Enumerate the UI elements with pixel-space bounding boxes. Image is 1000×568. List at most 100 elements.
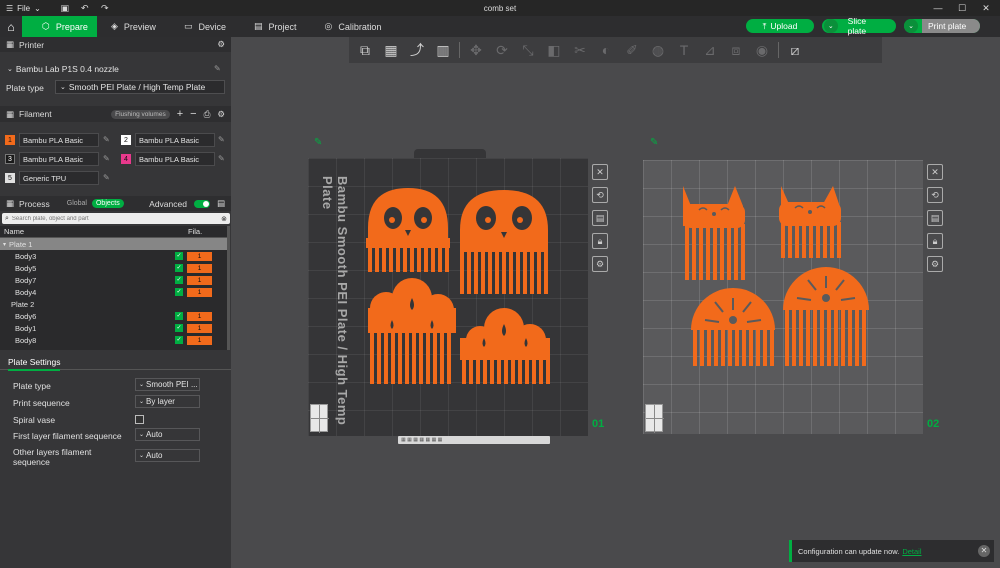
filament-slot[interactable]: 1 [187,275,212,285]
edit-icon[interactable]: ✎ [103,173,110,182]
filament-slot[interactable]: 1 [187,287,212,297]
save-icon[interactable]: ▣ [55,3,75,14]
filament-slot[interactable]: 1 [187,263,212,273]
lock-icon[interactable]: 🔒︎ [927,233,943,249]
tab-prepare[interactable]: ⬡ Prepare [22,16,97,37]
object-search-box[interactable]: ⌕ ⊗ [2,213,230,224]
chevron-down-icon[interactable]: ⌄ [904,19,918,33]
edit-icon[interactable]: ✎ [103,135,110,144]
filament-item-3[interactable]: 3 Bambu PLA Basic [5,152,99,166]
upload-button[interactable]: ⤒ Upload [746,19,814,33]
table-row[interactable]: Body1 ✓ 1 [0,322,227,334]
support-paint-icon[interactable]: ✐ [622,40,642,60]
check-icon[interactable]: ✓ [175,312,183,320]
table-row[interactable]: Body8 ✓ 1 [0,334,227,346]
check-icon[interactable]: ✓ [175,276,183,284]
edit-plate-icon[interactable]: ✎ [650,137,658,148]
maximize-icon[interactable]: ☐ [952,0,972,16]
plate-type-setting-select[interactable]: ⌄ Smooth PEI ... [135,378,200,391]
check-icon[interactable]: ✓ [175,336,183,344]
filament-slot[interactable]: 1 [187,251,212,261]
plate-row[interactable]: Plate 2 [0,298,227,310]
delete-plate-icon[interactable]: ✕ [592,164,608,180]
add-icon[interactable]: + [177,108,183,120]
table-row[interactable]: Body6 ✓ 1 [0,310,227,322]
print-sequence-select[interactable]: ⌄ By layer [135,395,200,408]
tab-preview[interactable]: ◈ Preview [97,16,170,37]
spiral-vase-checkbox[interactable] [135,415,144,424]
undo-icon[interactable]: ↶ [75,3,95,14]
close-window-icon[interactable]: ✕ [976,0,996,16]
home-icon[interactable]: ⌂ [0,20,22,34]
minimize-icon[interactable]: — [928,0,948,16]
plate-2[interactable]: 02 [643,160,939,434]
table-row[interactable]: Body7 ✓ 1 [0,274,227,286]
global-toggle[interactable]: Global [67,200,87,207]
plate-1[interactable]: Bambu Smooth PEI Plate / High Temp Plate [308,149,604,436]
table-row[interactable]: Body3 ✓ 1 [0,250,227,262]
check-icon[interactable]: ✓ [175,264,183,272]
lock-icon[interactable]: 🔒︎ [592,233,608,249]
tab-calibration[interactable]: ◎ Calibration [311,16,396,37]
flushing-volumes-button[interactable]: Flushing volumes [111,109,170,119]
detail-link[interactable]: Detail [902,547,921,556]
plate-row[interactable]: ▾ Plate 1 [0,238,227,250]
other-layers-sequence-select[interactable]: ⌄ Auto [135,449,200,462]
print-plate-button[interactable]: ⌄ Print plate [904,19,980,33]
filament-slot[interactable]: 1 [187,311,212,321]
arrange-icon[interactable]: ▤ [927,210,943,226]
edit-icon[interactable]: ✎ [214,64,221,73]
file-menu[interactable]: ☰ File ⌄ [0,4,41,13]
printer-select[interactable]: ⌄ Bambu Lab P1S 0.4 nozzle [3,62,213,76]
plate-settings-icon[interactable]: ⚙ [927,256,943,272]
move-icon[interactable]: ✥ [466,40,486,60]
settings-icon[interactable]: ⚙ [217,109,225,120]
seam-paint-icon[interactable]: ◍ [648,40,668,60]
measure-icon[interactable]: ⊿ [700,40,720,60]
edit-icon[interactable]: ✎ [218,135,225,144]
check-icon[interactable]: ✓ [175,324,183,332]
table-row[interactable]: Body5 ✓ 1 [0,262,227,274]
check-icon[interactable]: ✓ [175,252,183,260]
remove-icon[interactable]: − [190,108,196,120]
settings-icon[interactable]: ⚙ [217,39,225,50]
sync-icon[interactable]: ⎙ [204,109,211,120]
redo-icon[interactable]: ↷ [95,3,115,14]
plate-settings-tab[interactable]: Plate Settings [0,353,231,371]
chevron-down-icon[interactable]: ⌄ [824,19,838,33]
edit-plate-icon[interactable]: ✎ [314,137,322,148]
text-icon[interactable]: T [674,40,694,60]
edit-icon[interactable]: ✎ [218,154,225,163]
auto-orient-icon[interactable]: ⟲ [592,187,608,203]
tab-project[interactable]: ▤ Project [240,16,311,37]
plate-layout-icon[interactable]: ▥ [433,40,453,60]
filament-slot[interactable]: 1 [187,323,212,333]
cut-icon[interactable]: ✂ [570,40,590,60]
scale-icon[interactable]: ⤡ [518,40,538,60]
search-input[interactable] [11,215,212,222]
first-layer-sequence-select[interactable]: ⌄ Auto [135,428,200,441]
slice-plate-button[interactable]: ⌄ Slice plate [822,16,896,36]
edit-icon[interactable]: ✎ [103,154,110,163]
lay-on-face-icon[interactable]: ◧ [544,40,564,60]
add-object-icon[interactable]: ⧉ [355,40,375,60]
orient-icon[interactable]: ⤴ [407,40,427,60]
object-list-scrollbar[interactable] [227,226,230,350]
advanced-toggle[interactable] [193,199,210,208]
view-cube[interactable] [310,404,329,433]
rotate-icon[interactable]: ⟳ [492,40,512,60]
filament-item-4[interactable]: 4 Bambu PLA Basic [121,152,215,166]
arrange-icon[interactable]: ▤ [592,210,608,226]
table-row[interactable]: Body4 ✓ 1 [0,286,227,298]
objects-toggle[interactable]: Objects [91,199,124,208]
filament-item-5[interactable]: 5 Generic TPU [5,171,99,185]
close-icon[interactable]: ✕ [978,545,990,557]
grid-arrange-icon[interactable]: ▦ [381,40,401,60]
view-cube[interactable] [645,404,664,433]
assembly-icon[interactable]: ⧈ [726,40,746,60]
color-paint-icon[interactable]: ◉ [752,40,772,60]
filament-item-2[interactable]: 2 Bambu PLA Basic [121,133,215,147]
plate-settings-icon[interactable]: ⚙ [592,256,608,272]
mesh-boolean-icon[interactable]: ◐ [596,40,616,60]
clear-icon[interactable]: ⊗ [221,215,227,223]
